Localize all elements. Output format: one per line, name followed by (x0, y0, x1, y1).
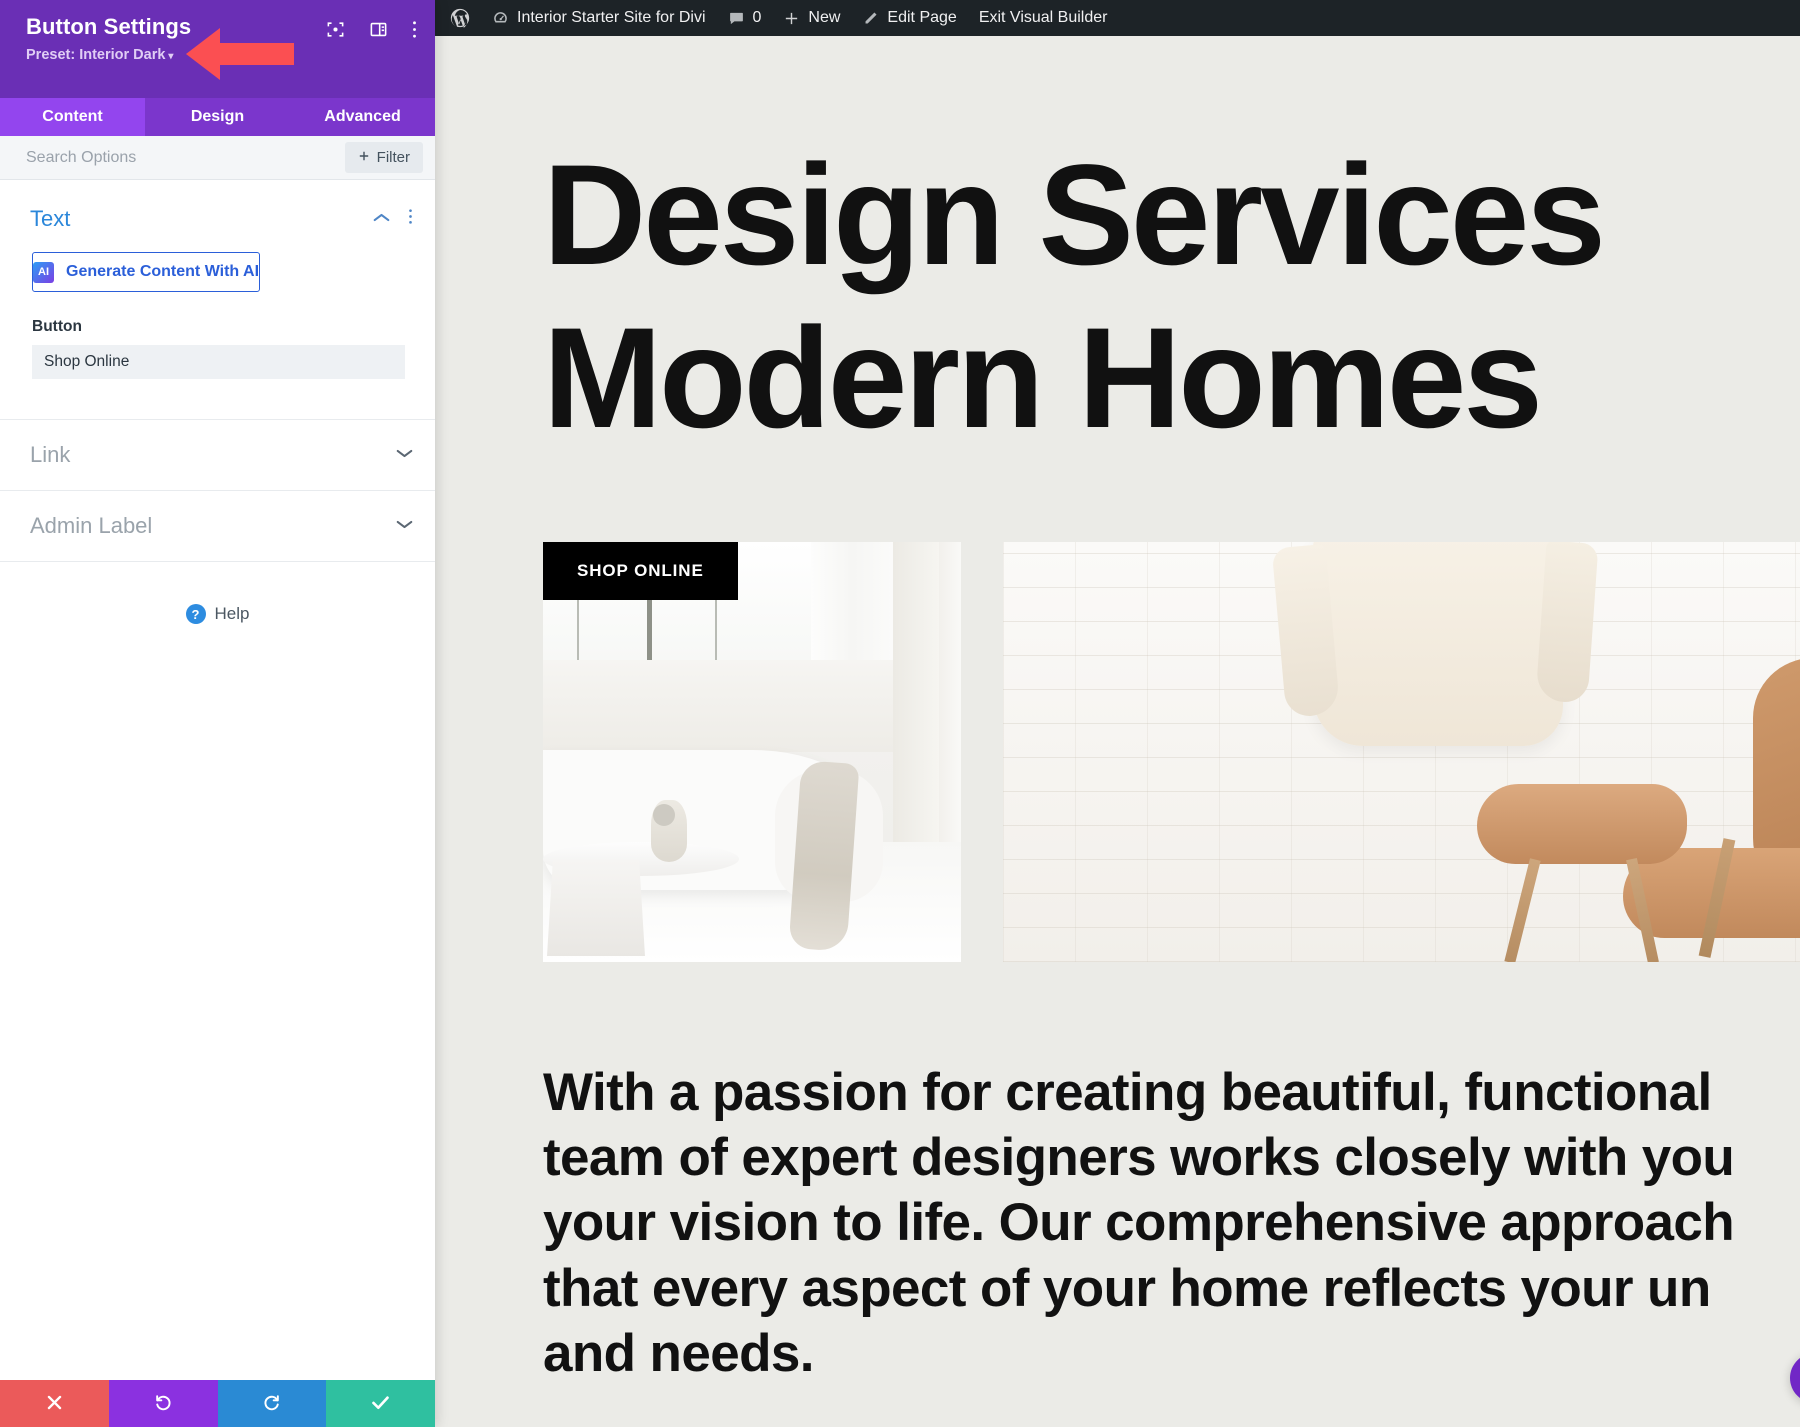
section-title-link: Link (30, 442, 70, 468)
section-title-admin-label: Admin Label (30, 513, 152, 539)
check-icon (370, 1392, 391, 1416)
panel-header: Button Settings Preset: Interior Dark▾ (0, 0, 435, 98)
brick-wall-chairs-illustration (1003, 542, 1800, 962)
admin-bar-exit-visual-builder-label: Exit Visual Builder (979, 9, 1108, 27)
chevron-down-icon[interactable] (396, 517, 413, 535)
panel-title: Button Settings (26, 14, 191, 40)
section-header-link[interactable]: Link (0, 420, 435, 491)
body-line-5: and needs. (543, 1321, 1800, 1386)
panel-preset-label: Preset: Interior Dark (26, 47, 165, 63)
admin-bar-new-label: New (808, 9, 840, 27)
panel-action-bar (0, 1380, 435, 1427)
interior-photo-right[interactable] (1003, 542, 1800, 962)
pencil-icon (862, 10, 879, 27)
page-preview-canvas: Interior Starter Site for Divi 0 New (435, 0, 1800, 1427)
body-line-3: your vision to life. Our comprehensive a… (543, 1190, 1800, 1255)
redo-button[interactable] (218, 1380, 327, 1427)
chevron-down-icon[interactable] (396, 446, 413, 464)
page-content: Design Services Modern Homes (435, 144, 1800, 1386)
undo-icon (153, 1392, 173, 1415)
panel-search-bar: Filter (0, 136, 435, 180)
admin-bar-comment-count: 0 (753, 9, 762, 27)
search-input[interactable] (26, 149, 335, 167)
admin-bar-site-name[interactable]: Interior Starter Site for Divi (481, 0, 717, 36)
help-link[interactable]: ? Help (0, 562, 435, 624)
admin-bar-new[interactable]: New (772, 0, 851, 36)
section-header-admin-label[interactable]: Admin Label (0, 491, 435, 562)
tab-design[interactable]: Design (145, 98, 290, 136)
button-text-input[interactable] (32, 345, 405, 379)
section-header-text[interactable]: Text (0, 180, 435, 248)
admin-bar-edit-page[interactable]: Edit Page (851, 0, 967, 36)
panel-tab-bar: Content Design Advanced (0, 98, 435, 136)
page-body-paragraph: With a passion for creating beautiful, f… (543, 1060, 1800, 1386)
generate-content-with-ai-label: Generate Content With AI (66, 263, 259, 281)
focus-target-icon[interactable] (326, 20, 345, 39)
interior-photo-left[interactable]: SHOP ONLINE (543, 542, 961, 962)
button-text-field-group: Button (0, 292, 435, 379)
wordpress-logo-menu[interactable] (435, 0, 481, 36)
visual-builder-screen: Interior Starter Site for Divi 0 New (0, 0, 1800, 1427)
admin-bar-edit-page-label: Edit Page (887, 9, 956, 27)
ai-sparkle-icon: AI (33, 262, 54, 283)
filter-button[interactable]: Filter (345, 142, 423, 173)
panel-preset-selector[interactable]: Preset: Interior Dark▾ (26, 47, 191, 63)
shop-online-button[interactable]: SHOP ONLINE (543, 542, 738, 600)
save-changes-button[interactable] (326, 1380, 435, 1427)
panel-layout-icon[interactable] (369, 20, 388, 39)
generate-content-with-ai-button[interactable]: AI Generate Content With AI (32, 252, 260, 292)
question-mark-icon: ? (186, 604, 206, 624)
section-more-vertical-icon[interactable] (408, 208, 413, 230)
page-hero-title: Design Services Modern Homes (543, 144, 1800, 450)
discard-changes-button[interactable] (0, 1380, 109, 1427)
wordpress-logo-icon (449, 7, 471, 29)
comment-icon (728, 10, 745, 27)
redo-icon (262, 1392, 282, 1415)
image-gallery-row: SHOP ONLINE (543, 542, 1800, 962)
admin-bar-exit-visual-builder[interactable]: Exit Visual Builder (968, 0, 1119, 36)
hero-title-line-2: Modern Homes (543, 307, 1800, 450)
more-vertical-icon[interactable] (412, 20, 417, 39)
tab-advanced[interactable]: Advanced (290, 98, 435, 136)
body-line-2: team of expert designers works closely w… (543, 1125, 1800, 1190)
filter-button-label: Filter (377, 149, 410, 166)
hero-title-line-1: Design Services (543, 136, 1603, 295)
close-icon (45, 1393, 64, 1415)
plus-icon (358, 149, 370, 166)
button-settings-panel: Button Settings Preset: Interior Dark▾ (0, 0, 435, 1427)
panel-options-body: Text AI Generate Content With AI Button (0, 180, 435, 1380)
button-text-field-label: Button (32, 318, 405, 336)
chevron-down-icon: ▾ (168, 51, 173, 62)
section-title-text: Text (30, 206, 70, 232)
tab-content[interactable]: Content (0, 98, 145, 136)
body-line-1: With a passion for creating beautiful, f… (543, 1060, 1800, 1125)
help-label: Help (215, 604, 250, 624)
loft-interior-illustration (543, 542, 961, 962)
wordpress-admin-bar: Interior Starter Site for Divi 0 New (435, 0, 1800, 36)
undo-button[interactable] (109, 1380, 218, 1427)
plus-icon (783, 10, 800, 27)
body-line-4: that every aspect of your home reflects … (543, 1256, 1800, 1321)
chevron-up-icon[interactable] (373, 210, 390, 228)
dashboard-icon (492, 10, 509, 27)
admin-bar-site-name-label: Interior Starter Site for Divi (517, 9, 706, 27)
admin-bar-comments[interactable]: 0 (717, 0, 773, 36)
